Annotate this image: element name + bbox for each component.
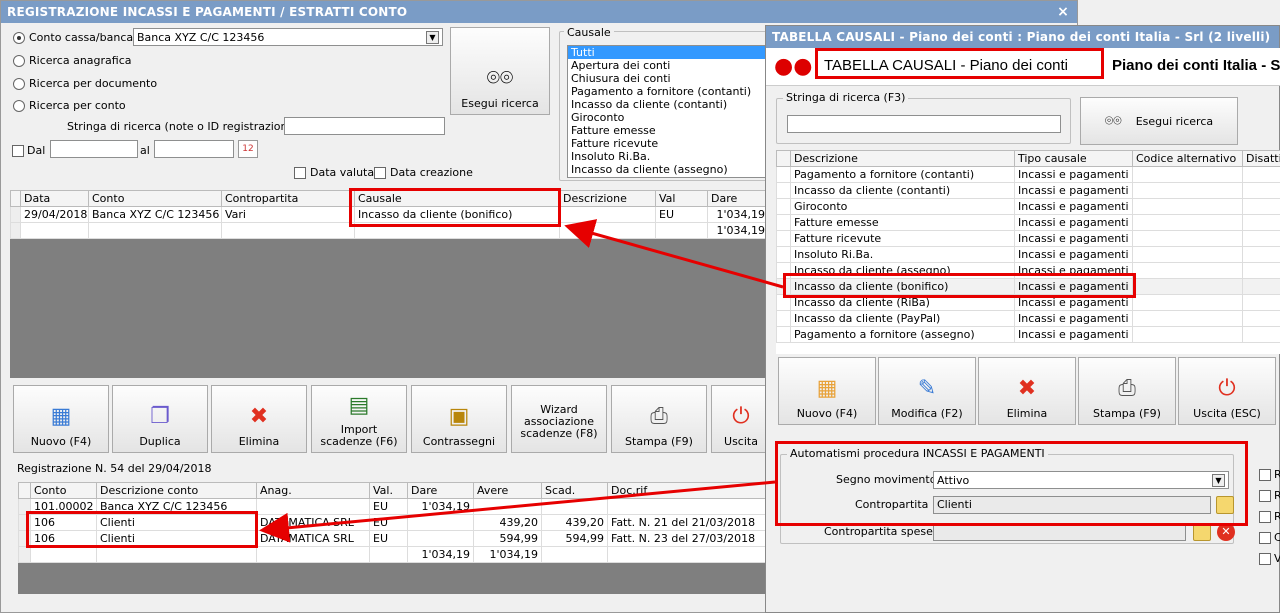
annotation-arrows (259, 219, 784, 543)
arrow-to-causale (564, 219, 784, 289)
arrow-to-clienti (259, 480, 776, 543)
